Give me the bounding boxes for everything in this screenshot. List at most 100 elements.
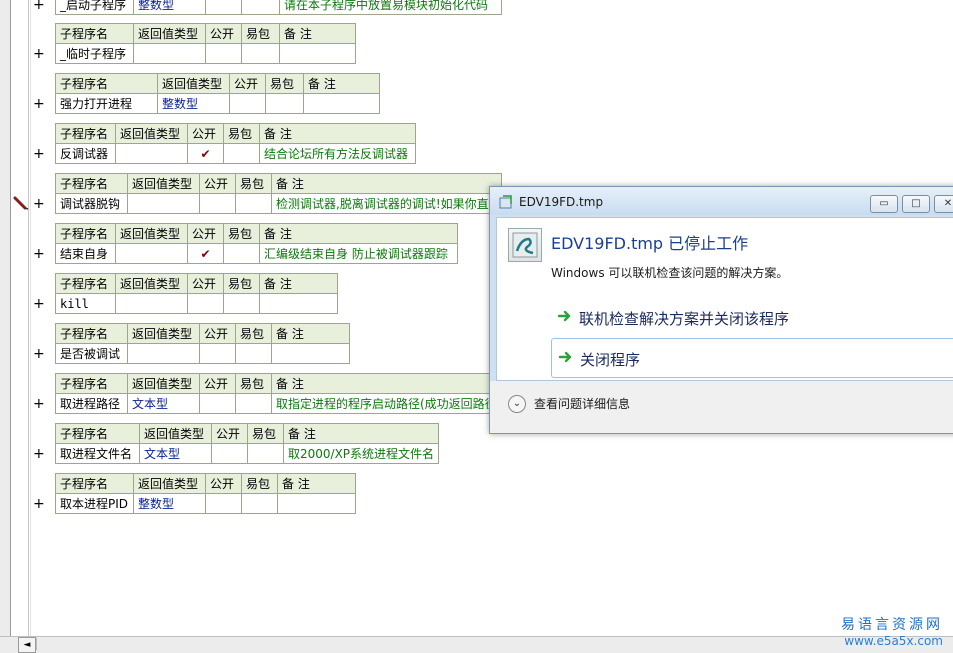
- sub-note[interactable]: 请在本子程序中放置易模块初始化代码: [279, 0, 502, 15]
- sub-return-type[interactable]: [115, 243, 188, 264]
- horizontal-scrollbar[interactable]: [0, 636, 953, 653]
- public-check-icon[interactable]: ✔: [187, 243, 224, 264]
- sub-easy[interactable]: [241, 43, 280, 64]
- check-online-option[interactable]: 联机检查解决方案并关闭该程序: [551, 298, 953, 336]
- sub-easy[interactable]: [241, 493, 278, 514]
- sub-public[interactable]: [205, 493, 242, 514]
- expand-toggle[interactable]: +: [33, 0, 45, 12]
- arrow-right-icon: [557, 310, 571, 322]
- sub-public[interactable]: [211, 443, 248, 464]
- sub-easy[interactable]: [223, 143, 260, 164]
- table-row[interactable]: 反调试器 ✔ 结合论坛所有方法反调试器: [55, 143, 416, 164]
- col-header-return: 返回值类型: [127, 373, 200, 394]
- view-details-link[interactable]: 查看问题详细信息: [534, 395, 630, 412]
- close-program-option[interactable]: 关闭程序: [551, 338, 953, 378]
- expand-toggle[interactable]: +: [33, 197, 45, 211]
- sub-public[interactable]: [205, 0, 242, 15]
- sub-note[interactable]: [271, 343, 350, 364]
- sub-note[interactable]: [259, 293, 338, 314]
- sub-name[interactable]: 结束自身: [55, 243, 116, 264]
- sub-name[interactable]: _启动子程序: [55, 0, 134, 15]
- expand-toggle[interactable]: +: [33, 447, 45, 461]
- sub-table: 子程序名 返回值类型 公开 易包备 注 是否被调试: [55, 323, 350, 364]
- col-header-note: 备 注: [271, 323, 350, 344]
- sub-return-type[interactable]: [133, 43, 206, 64]
- sub-public[interactable]: [199, 343, 236, 364]
- sub-return-type[interactable]: [115, 143, 188, 164]
- expand-toggle[interactable]: +: [33, 97, 45, 111]
- sub-note[interactable]: [303, 93, 380, 114]
- sub-easy[interactable]: [235, 193, 272, 214]
- sub-public[interactable]: [229, 93, 266, 114]
- table-row[interactable]: 是否被调试: [55, 343, 350, 364]
- table-row[interactable]: 取进程路径 文本型 取指定进程的程序启动路径(成功返回路径: [55, 393, 502, 414]
- maximize-button[interactable]: □: [902, 195, 930, 213]
- sub-table: 子程序名 返回值类型 公开 易包备 注 强力打开进程 整数型: [55, 73, 380, 114]
- sub-name[interactable]: 取进程文件名: [55, 443, 140, 464]
- table-row[interactable]: 调试器脱钩 检测调试器,脱离调试器的调试!如果你直: [55, 193, 502, 214]
- sub-return-type[interactable]: [127, 193, 200, 214]
- sub-note[interactable]: 结合论坛所有方法反调试器: [259, 143, 416, 164]
- table-row[interactable]: _临时子程序: [55, 43, 356, 64]
- sub-note[interactable]: 取2000/XP系统进程文件名: [282, 443, 440, 464]
- sub-table: 子程序名 返回值类型 公开 易包备 注 取本进程PID 整数型: [55, 473, 356, 514]
- sub-return-type[interactable]: 整数型: [157, 93, 230, 114]
- sub-name[interactable]: 是否被调试: [55, 343, 128, 364]
- col-header-easy: 易包: [235, 323, 272, 344]
- sub-name[interactable]: 取进程路径: [55, 393, 128, 414]
- table-row[interactable]: 结束自身 ✔ 汇编级结束自身 防止被调试器跟踪: [55, 243, 458, 264]
- expand-toggle[interactable]: +: [33, 247, 45, 261]
- sub-note[interactable]: 汇编级结束自身 防止被调试器跟踪: [259, 243, 458, 264]
- scroll-thumb[interactable]: [36, 638, 51, 650]
- minimize-button[interactable]: ▭: [870, 195, 898, 213]
- scroll-left-button[interactable]: ◄: [18, 637, 36, 653]
- close-button[interactable]: ✕: [934, 195, 953, 213]
- expand-toggle[interactable]: +: [33, 497, 45, 511]
- expand-toggle[interactable]: +: [33, 147, 45, 161]
- table-row[interactable]: 强力打开进程 整数型: [55, 93, 380, 114]
- table-row[interactable]: 取本进程PID 整数型: [55, 493, 356, 514]
- sub-name[interactable]: _临时子程序: [55, 43, 134, 64]
- table-row[interactable]: 取进程文件名 文本型 取2000/XP系统进程文件名: [55, 443, 440, 464]
- sub-note[interactable]: 检测调试器,脱离调试器的调试!如果你直: [271, 193, 502, 214]
- breakpoint-gutter[interactable]: [12, 0, 29, 636]
- sub-public[interactable]: [187, 293, 224, 314]
- sub-easy[interactable]: [223, 293, 260, 314]
- sub-public[interactable]: [199, 193, 236, 214]
- chevron-down-icon[interactable]: ⌄: [508, 395, 526, 413]
- sub-easy[interactable]: [241, 0, 280, 15]
- sub-return-type[interactable]: [115, 293, 188, 314]
- sub-name[interactable]: 强力打开进程: [55, 93, 158, 114]
- sub-return-type[interactable]: [127, 343, 200, 364]
- public-check-icon[interactable]: ✔: [187, 143, 224, 164]
- arrow-right-icon: [558, 351, 572, 363]
- program-icon: [508, 228, 542, 262]
- sub-public[interactable]: [205, 43, 242, 64]
- col-header-public: 公开: [205, 23, 242, 44]
- expand-toggle[interactable]: +: [33, 347, 45, 361]
- sub-name[interactable]: 取本进程PID: [55, 493, 134, 514]
- sub-easy[interactable]: [265, 93, 304, 114]
- sub-return-type[interactable]: 文本型: [127, 393, 200, 414]
- sub-easy[interactable]: [223, 243, 260, 264]
- expand-toggle[interactable]: +: [33, 397, 45, 411]
- sub-note[interactable]: [279, 43, 356, 64]
- sub-note[interactable]: 取指定进程的程序启动路径(成功返回路径: [271, 393, 502, 414]
- sub-name[interactable]: 反调试器: [55, 143, 116, 164]
- table-row[interactable]: kill: [55, 293, 338, 314]
- watermark: 易语言资源网 www.e5a5x.com: [841, 614, 943, 648]
- sub-public[interactable]: [199, 393, 236, 414]
- expand-toggle[interactable]: +: [33, 297, 45, 311]
- table-row[interactable]: _启动子程序 整数型 请在本子程序中放置易模块初始化代码: [55, 0, 502, 15]
- expand-toggle[interactable]: +: [33, 47, 45, 61]
- sub-return-type[interactable]: 文本型: [139, 443, 212, 464]
- sub-note[interactable]: [277, 493, 356, 514]
- sub-return-type[interactable]: 整数型: [133, 0, 206, 15]
- sub-easy[interactable]: [235, 343, 272, 364]
- sub-return-type[interactable]: 整数型: [133, 493, 206, 514]
- sub-name[interactable]: kill: [55, 293, 116, 314]
- sub-name[interactable]: 调试器脱钩: [55, 193, 128, 214]
- sub-easy[interactable]: [235, 393, 272, 414]
- dialog-titlebar[interactable]: EDV19FD.tmp ▭ □ ✕: [490, 187, 953, 215]
- sub-easy[interactable]: [247, 443, 284, 464]
